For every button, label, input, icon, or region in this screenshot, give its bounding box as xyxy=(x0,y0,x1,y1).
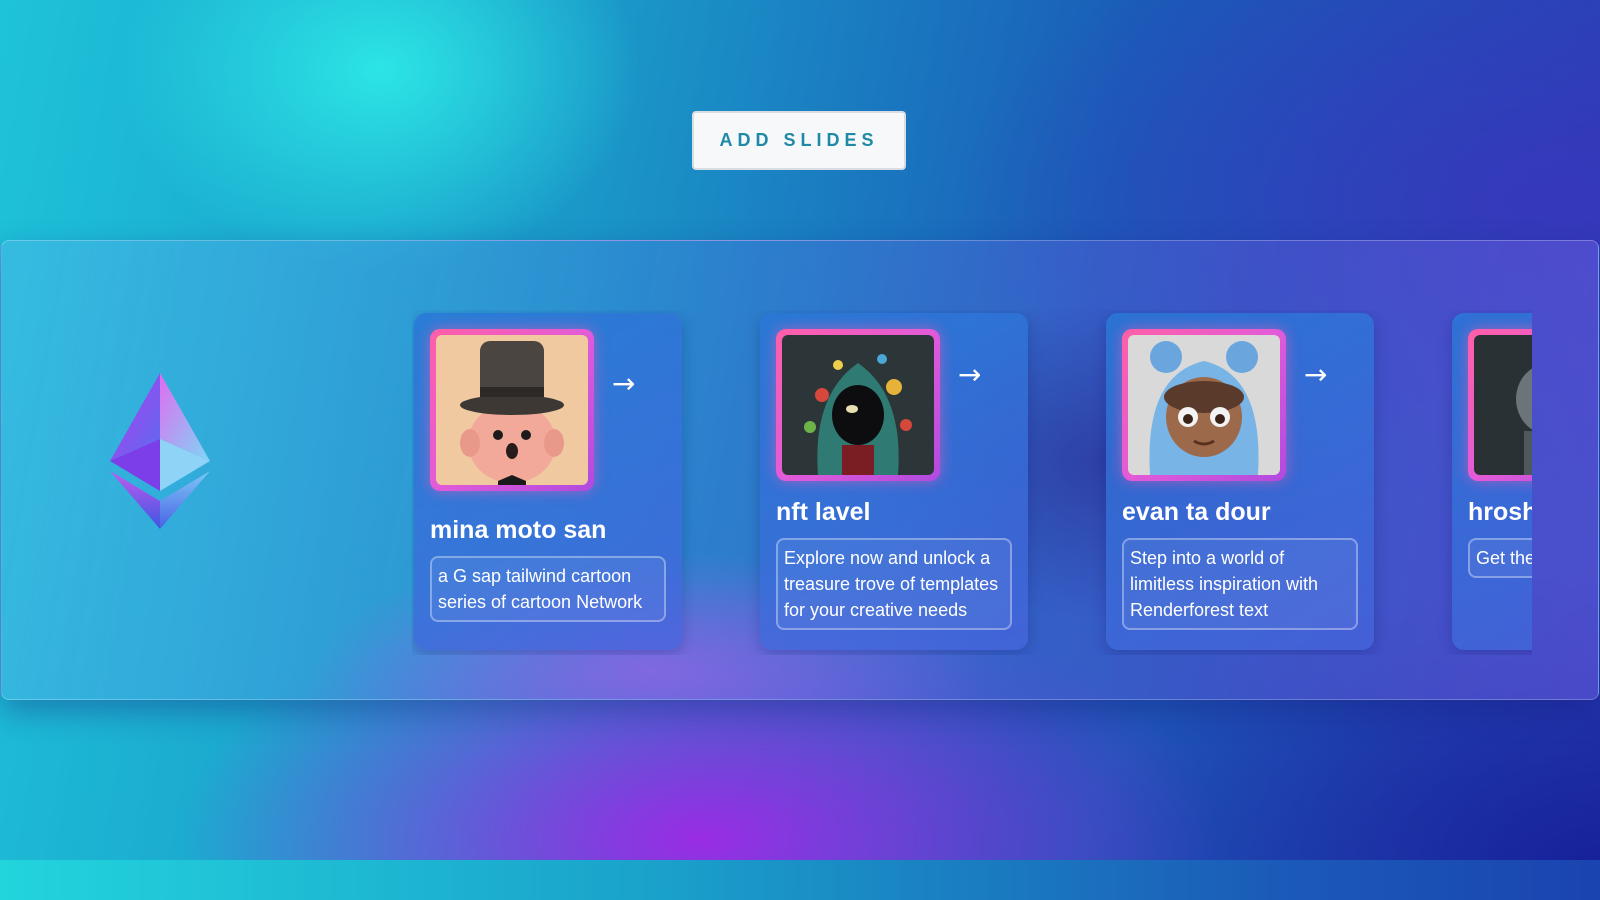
slide-title: mina moto san xyxy=(430,516,607,544)
slide-card[interactable]: → nft lavel Explore now and unlock a tre… xyxy=(760,313,1028,650)
slide-card[interactable]: → mina moto san a G sap tailwind cartoon… xyxy=(414,313,682,650)
top-hat-character-image xyxy=(436,335,588,485)
slide-title: evan ta dour xyxy=(1122,498,1271,526)
slide-description: Get the services pfp xyxy=(1468,538,1532,578)
slide-thumbnail xyxy=(1468,329,1532,481)
robot-figure-image xyxy=(1474,335,1532,475)
hooded-creature-image xyxy=(782,335,934,475)
slide-thumbnail xyxy=(430,329,594,491)
slide-title: hroshi xyxy=(1468,498,1532,526)
next-arrow-icon[interactable]: → xyxy=(958,361,981,389)
slide-card[interactable]: → evan ta dour Step into a world of limi… xyxy=(1106,313,1374,650)
slide-title: nft lavel xyxy=(776,498,871,526)
bear-hoodie-boy-image xyxy=(1128,335,1280,475)
slider-track[interactable]: → mina moto san a G sap tailwind cartoon… xyxy=(412,310,1532,655)
ethereum-diamond-icon xyxy=(110,373,210,529)
slide-thumbnail xyxy=(776,329,940,481)
slide-description: Step into a world of limitless inspirati… xyxy=(1122,538,1358,630)
slide-description: Explore now and unlock a treasure trove … xyxy=(776,538,1012,630)
next-arrow-icon[interactable]: → xyxy=(1304,361,1327,389)
slide-thumbnail xyxy=(1122,329,1286,481)
add-slides-button[interactable]: ADD SLIDES xyxy=(692,111,906,170)
next-arrow-icon[interactable]: → xyxy=(612,370,635,398)
slide-description: a G sap tailwind cartoon series of carto… xyxy=(430,556,666,622)
slide-card[interactable]: → hroshi Get the services pfp xyxy=(1452,313,1532,650)
bottom-band xyxy=(0,860,1600,900)
